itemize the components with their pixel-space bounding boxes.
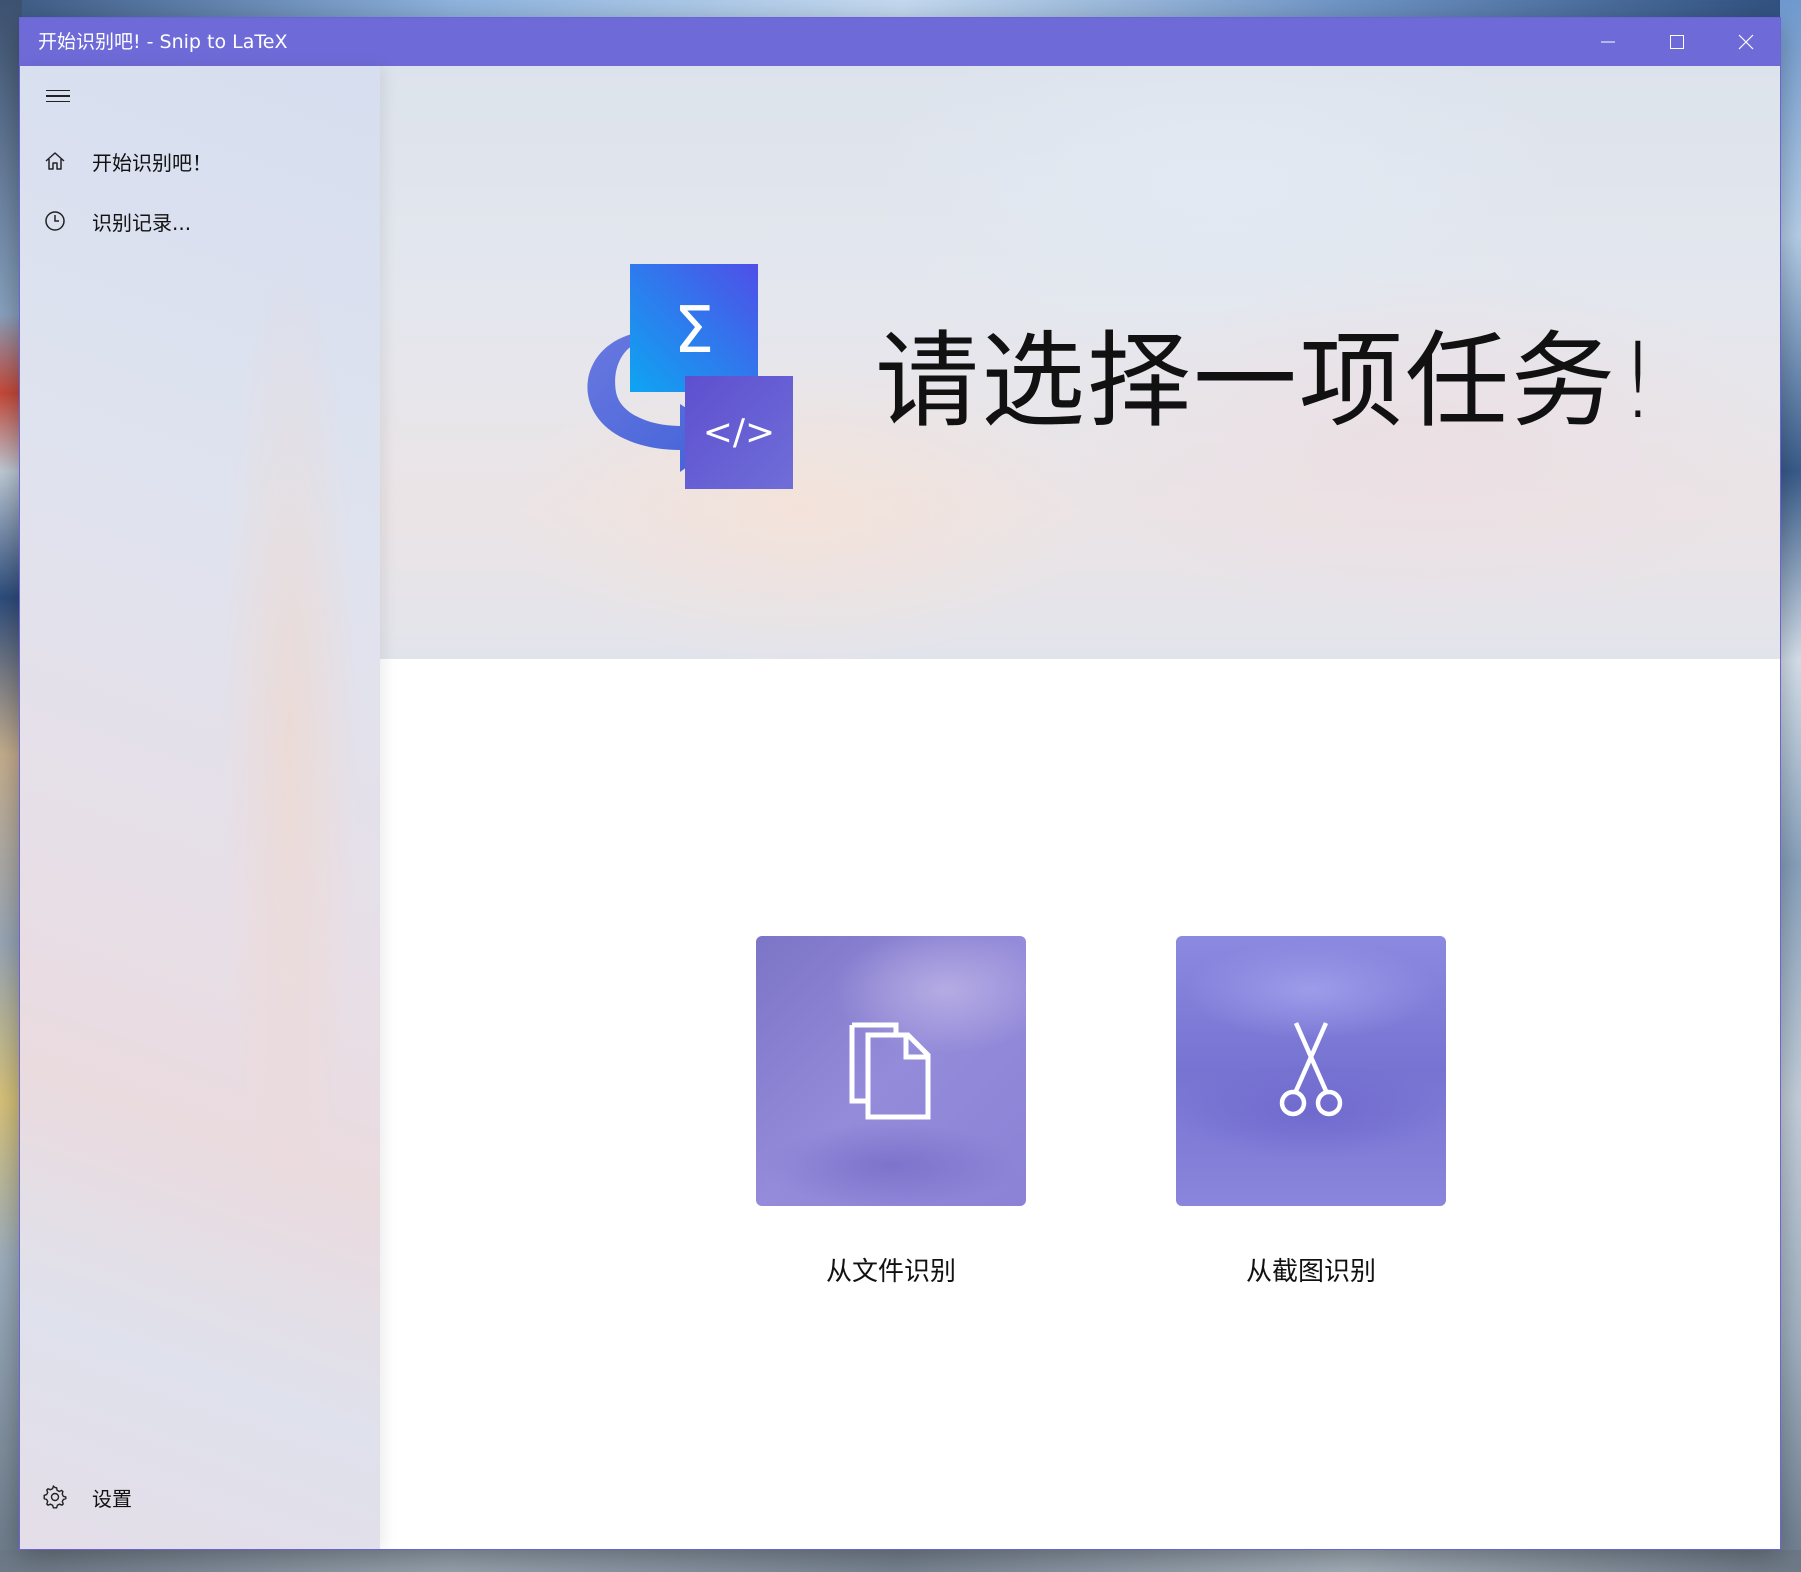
hamburger-line (46, 100, 70, 103)
recognize-from-screenshot-button[interactable] (1176, 936, 1446, 1206)
close-button[interactable] (1711, 18, 1780, 66)
navigation-pane: 开始识别吧！ 识别记录... 设置 (20, 66, 380, 1549)
gear-icon (38, 1480, 72, 1514)
close-icon (1738, 34, 1753, 50)
logo-code-glyph: </> (703, 412, 775, 453)
page-title: 请选择一项任务! (875, 320, 1661, 442)
maximize-button[interactable] (1642, 18, 1711, 66)
scissors-icon (1279, 1022, 1343, 1117)
hero-banner: Σ </> 请选择一项任务! (380, 66, 1780, 659)
nav-item-history-label: 识别记录... (92, 210, 192, 235)
recognize-from-file-label: 从文件识别 (825, 1257, 956, 1287)
recognize-from-file-button[interactable] (756, 936, 1026, 1206)
nav-item-settings-label: 设置 (92, 1486, 132, 1511)
window-title: 开始识别吧! - Snip to LaTeX (38, 31, 288, 53)
main-content: Σ </> 请选择一项任务! 从文件识别 从截图识别 (380, 66, 1780, 1549)
hamburger-line (46, 95, 70, 97)
nav-item-home[interactable]: 开始识别吧！ (20, 133, 380, 189)
app-window: 开始识别吧! - Snip to LaTeX 开始识别吧！ 识别记录... 设置… (20, 18, 1780, 1549)
desktop-background-bottom (0, 1550, 1801, 1572)
recognize-from-screenshot-label: 从截图识别 (1245, 1257, 1376, 1287)
snip-to-latex-logo: Σ </> (587, 264, 793, 489)
minimize-icon (1600, 41, 1615, 43)
clock-icon (38, 204, 72, 238)
nav-item-settings[interactable]: 设置 (20, 1469, 380, 1525)
maximize-icon (1669, 35, 1684, 49)
desktop-background-top (0, 0, 1801, 18)
hamburger-menu-button[interactable] (34, 76, 82, 116)
desktop-background-right (1780, 0, 1801, 1572)
minimize-button[interactable] (1573, 18, 1642, 66)
desktop-background-left (0, 0, 22, 1572)
title-bar[interactable]: 开始识别吧! - Snip to LaTeX (20, 18, 1780, 66)
nav-item-history[interactable]: 识别记录... (20, 193, 380, 249)
nav-item-home-label: 开始识别吧！ (92, 150, 212, 175)
home-icon (38, 144, 72, 178)
logo-sigma-glyph: Σ (674, 294, 714, 368)
hamburger-menu-icon (46, 89, 70, 92)
files-icon (849, 1022, 931, 1120)
